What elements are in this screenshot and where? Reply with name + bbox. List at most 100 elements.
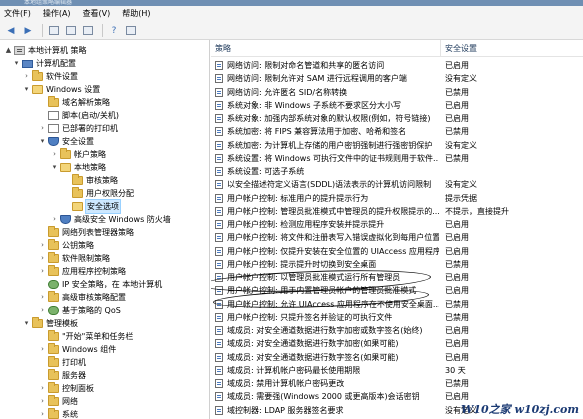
tree-item-label: 安全选项 [85, 199, 121, 214]
table-row[interactable]: 系统加密: 将 FIPS 兼容算法用于加密、哈希和签名 已禁用 [211, 125, 583, 138]
table-row[interactable]: 用户帐户控制: 允许 UIAccess 应用程序在不使用安全桌面... 已禁用 [211, 298, 583, 311]
table-row[interactable]: 用户帐户控制: 标准用户的提升提示行为 提示凭据 [211, 192, 583, 205]
expand-arrow-icon[interactable]: › [38, 291, 47, 304]
expand-arrow-icon[interactable]: › [38, 395, 47, 408]
menu-action[interactable]: 操作(A) [43, 6, 71, 22]
tree-item-windows-settings[interactable]: ▾ Windows 设置 [22, 83, 100, 96]
tree-item-ip-security[interactable]: IP 安全策略，在 本地计算机 [38, 278, 162, 291]
tree-item-local-policies[interactable]: ▾ 本地策略 [50, 161, 106, 174]
tree-item-security-settings[interactable]: ▾ 安全设置 [38, 135, 94, 148]
security-setting-cell: 已启用 [445, 273, 469, 282]
column-header-security-setting[interactable]: 安全设置 [441, 40, 583, 57]
table-row[interactable]: 用户帐户控制: 以管理员批准模式运行所有管理员 已启用 [211, 271, 583, 284]
help-button[interactable]: ? [107, 24, 121, 38]
table-row[interactable]: 域成员: 计算机帐户密码最长使用期限 30 天 [211, 364, 583, 377]
table-row[interactable]: 系统对象: 加强内部系统对象的默认权限(例如，符号链接) 已启用 [211, 112, 583, 125]
tree-item-user-rights-assignment[interactable]: 用户权限分配 [62, 187, 134, 200]
expand-arrow-icon[interactable]: › [38, 122, 47, 135]
expand-arrow-icon[interactable]: › [38, 304, 47, 317]
tree-item-local-computer-policy[interactable]: ▲ 本地计算机 策略 [4, 44, 87, 57]
expand-arrow-icon[interactable]: › [38, 343, 47, 356]
collapse-arrow-icon[interactable]: ▾ [38, 135, 47, 148]
table-row[interactable]: 用户帐户控制: 提示提升时切换到安全桌面 已禁用 [211, 258, 583, 271]
table-row[interactable]: 网络访问: 限制对命名管道和共享的匿名访问 已启用 [211, 59, 583, 72]
policy-setting-icon [215, 365, 223, 375]
table-row[interactable]: 系统设置: 可选子系统 [211, 165, 583, 178]
back-button[interactable]: ◀ [4, 24, 18, 38]
tree-item-system[interactable]: › 系统 [38, 408, 78, 419]
show-tree-button[interactable] [64, 24, 78, 38]
export-list-button[interactable] [81, 24, 95, 38]
tree-item-administrative-templates[interactable]: ▾ 管理模板 [22, 317, 78, 330]
forward-button[interactable]: ▶ [21, 24, 35, 38]
collapse-arrow-icon[interactable]: ▲ [4, 44, 13, 57]
folder-icon [48, 291, 59, 302]
tree-item-account-policies[interactable]: › 帐户策略 [50, 148, 106, 161]
collapse-arrow-icon[interactable]: ▾ [12, 57, 21, 70]
tree-item-software-settings[interactable]: › 软件设置 [22, 70, 78, 83]
tree-item-app-control-policies[interactable]: › 应用程序控制策略 [38, 265, 126, 278]
tree-item-deployed-printers[interactable]: › 已部署的打印机 [38, 122, 118, 135]
table-row[interactable]: 用户帐户控制: 只提升签名并验证的可执行文件 已禁用 [211, 311, 583, 324]
table-row[interactable]: 用户帐户控制: 检测应用程序安装并提示提升 已启用 [211, 218, 583, 231]
table-row[interactable]: 系统加密: 为计算机上存储的用户密钥强制进行强密钥保护 没有定义 [211, 139, 583, 152]
column-header-policy[interactable]: 策略 [211, 40, 441, 57]
policy-setting-icon [215, 246, 223, 256]
up-button[interactable] [47, 24, 61, 38]
table-row[interactable]: 以安全描述符定义语言(SDDL)语法表示的计算机访问限制 没有定义 [211, 178, 583, 191]
table-row[interactable]: 用户帐户控制: 管理员批准模式中管理员的提升权限提示的... 不提示，直接提升 [211, 205, 583, 218]
security-setting-cell: 已启用 [445, 100, 469, 110]
tree-item-security-options[interactable]: 安全选项 [62, 199, 121, 214]
tree-item-advanced-firewall[interactable]: › 高级安全 Windows 防火墙 [50, 213, 171, 226]
tree-item-label: 高级审核策略配置 [62, 293, 126, 302]
tree-item-qos[interactable]: › 基于策略的 QoS [38, 304, 121, 317]
tree-item-windows-components[interactable]: › Windows 组件 [38, 343, 116, 356]
policy-setting-icon [215, 114, 223, 123]
table-row[interactable]: 域成员: 对安全通道数据进行数字签名(如果可能) 已启用 [211, 351, 583, 364]
tree-item-audit-policy[interactable]: 审核策略 [62, 174, 118, 187]
open-folder-icon [72, 202, 83, 211]
tree-item-name-resolution-policy[interactable]: 域名解析策略 [38, 96, 110, 109]
table-row[interactable]: 域成员: 对安全通道数据进行数字加密(如果可能) 已启用 [211, 337, 583, 350]
table-row[interactable]: 系统对象: 非 Windows 子系统不要求区分大小写 已启用 [211, 99, 583, 112]
policy-name-cell: 用户帐户控制: 以管理员批准模式运行所有管理员 [227, 273, 401, 282]
tree-item-server[interactable]: 服务器 [38, 369, 86, 382]
table-row[interactable]: 域成员: 禁用计算机帐户密码更改 已禁用 [211, 377, 583, 390]
tree-item-printers[interactable]: 打印机 [38, 356, 86, 369]
tree-item-start-menu-taskbar[interactable]: "开始"菜单和任务栏 [38, 330, 133, 343]
properties-button[interactable] [124, 24, 138, 38]
expand-arrow-icon[interactable]: › [38, 382, 47, 395]
table-row[interactable]: 用户帐户控制: 仅提升安装在安全位置的 UIAccess 应用程序 已启用 [211, 245, 583, 258]
tree-item-public-key-policies[interactable]: › 公钥策略 [38, 239, 94, 252]
expand-arrow-icon[interactable]: › [50, 148, 59, 161]
expand-arrow-icon[interactable]: › [38, 239, 47, 252]
collapse-arrow-icon[interactable]: ▾ [22, 317, 31, 330]
tree-item-scripts[interactable]: 脚本(启动/关机) [38, 109, 119, 122]
tree-item-network[interactable]: › 网络 [38, 395, 78, 408]
tree-item-computer-configuration[interactable]: ▾ 计算机配置 [12, 57, 76, 70]
tree-item-software-restriction[interactable]: › 软件限制策略 [38, 252, 110, 265]
tree-item-control-panel[interactable]: › 控制面板 [38, 382, 94, 395]
menu-help[interactable]: 帮助(H) [122, 6, 150, 22]
table-row[interactable]: 网络访问: 允许匿名 SID/名称转换 已禁用 [211, 86, 583, 99]
menu-view[interactable]: 查看(V) [83, 6, 111, 22]
expand-arrow-icon[interactable]: › [22, 70, 31, 83]
collapse-arrow-icon[interactable]: ▾ [50, 161, 59, 174]
tree-item-advanced-audit[interactable]: › 高级审核策略配置 [38, 291, 126, 304]
expand-arrow-icon[interactable]: › [38, 252, 47, 265]
table-row[interactable]: 域成员: 对安全通道数据进行数字加密或数字签名(始终) 已启用 [211, 324, 583, 337]
expand-arrow-icon[interactable]: › [38, 265, 47, 278]
table-row[interactable]: 网络访问: 限制允许对 SAM 进行远程调用的客户端 没有定义 [211, 72, 583, 85]
security-setting-cell: 已启用 [445, 286, 469, 296]
table-row[interactable]: 用户帐户控制: 将文件和注册表写入错误虚拟化到每用户位置 已启用 [211, 231, 583, 244]
table-row[interactable]: 系统设置: 将 Windows 可执行文件中的证书规则用于软件... 已禁用 [211, 152, 583, 165]
menu-file[interactable]: 文件(F) [4, 6, 31, 22]
policy-name-cell: 系统对象: 加强内部系统对象的默认权限(例如，符号链接) [227, 114, 431, 123]
expand-arrow-icon[interactable]: › [38, 408, 47, 419]
expand-arrow-icon[interactable]: › [50, 213, 59, 226]
tree-item-label: 网络列表管理器策略 [62, 228, 134, 237]
table-row[interactable]: 用户帐户控制: 用于内置管理员帐户的管理员批准模式 已启用 [211, 284, 583, 297]
tree-item-network-list-manager[interactable]: 网络列表管理器策略 [38, 226, 134, 239]
collapse-arrow-icon[interactable]: ▾ [22, 83, 31, 96]
policy-setting-icon [215, 379, 223, 388]
